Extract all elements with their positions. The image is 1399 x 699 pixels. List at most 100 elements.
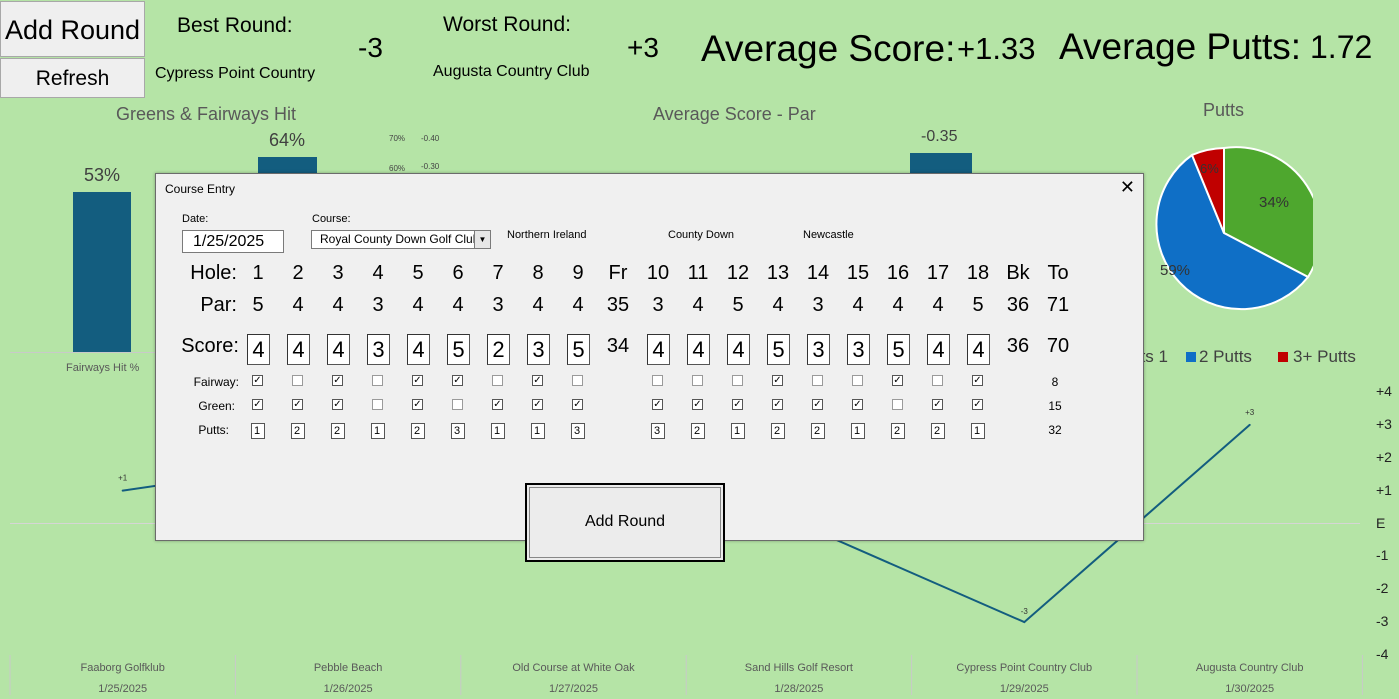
score-input[interactable]: 4: [927, 334, 950, 365]
score-point-label: +1: [118, 474, 128, 483]
score-input[interactable]: 5: [567, 334, 590, 365]
score-front-total: 34: [606, 335, 630, 357]
fairway-checkbox[interactable]: ✓: [892, 375, 903, 386]
putts-input[interactable]: 2: [331, 423, 345, 439]
fairway-checkbox[interactable]: ✓: [252, 375, 263, 386]
putts-input[interactable]: 1: [491, 423, 505, 439]
green-checkbox[interactable]: ✓: [252, 399, 263, 410]
score-input[interactable]: 3: [367, 334, 390, 365]
fairway-checkbox[interactable]: [932, 375, 943, 386]
putts-input[interactable]: 3: [651, 423, 665, 439]
putts-input[interactable]: 1: [531, 423, 545, 439]
hole-3: 3: [332, 262, 344, 284]
fairway-checkbox[interactable]: [692, 375, 703, 386]
score-input[interactable]: 4: [407, 334, 430, 365]
fairway-checkbox[interactable]: [812, 375, 823, 386]
green-checkbox[interactable]: ✓: [572, 399, 583, 410]
green-checkbox[interactable]: ✓: [852, 399, 863, 410]
putts-input[interactable]: 2: [291, 423, 305, 439]
hole-5: 5: [412, 262, 424, 284]
score-back-total: 36: [1006, 335, 1030, 357]
fairway-checkbox[interactable]: [292, 375, 303, 386]
hole-4: 4: [372, 262, 384, 284]
score-input[interactable]: 4: [247, 334, 270, 365]
score-input[interactable]: 2: [487, 334, 510, 365]
fairway-checkbox[interactable]: ✓: [412, 375, 423, 386]
green-checkbox[interactable]: [452, 399, 463, 410]
green-checkbox[interactable]: [372, 399, 383, 410]
putts-input[interactable]: 1: [851, 423, 865, 439]
course-select[interactable]: Royal County Down Golf Club ▼: [311, 230, 491, 249]
putts-input[interactable]: 1: [971, 423, 985, 439]
score-input[interactable]: 4: [287, 334, 310, 365]
green-checkbox[interactable]: ✓: [772, 399, 783, 410]
score-input[interactable]: 4: [647, 334, 670, 365]
fairway-checkbox[interactable]: [732, 375, 743, 386]
fairway-checkbox[interactable]: ✓: [452, 375, 463, 386]
y-tick-label: -2: [1376, 580, 1389, 597]
fairway-checkbox[interactable]: ✓: [332, 375, 343, 386]
fairway-checkbox[interactable]: ✓: [532, 375, 543, 386]
score-input[interactable]: 4: [727, 334, 750, 365]
green-checkbox[interactable]: ✓: [292, 399, 303, 410]
putts-input[interactable]: 2: [691, 423, 705, 439]
green-checkbox[interactable]: ✓: [812, 399, 823, 410]
score-input[interactable]: 3: [527, 334, 550, 365]
putts-input[interactable]: 1: [251, 423, 265, 439]
town-text: Newcastle: [803, 229, 854, 241]
putts-input[interactable]: 2: [891, 423, 905, 439]
fairway-checkbox[interactable]: ✓: [972, 375, 983, 386]
fairway-checkbox[interactable]: [852, 375, 863, 386]
x-date-label: 1/29/2025: [999, 683, 1049, 695]
score-input[interactable]: 4: [967, 334, 990, 365]
putts-input[interactable]: 3: [571, 423, 585, 439]
fairway-checkbox[interactable]: [652, 375, 663, 386]
green-checkbox[interactable]: ✓: [732, 399, 743, 410]
green-checkbox[interactable]: [892, 399, 903, 410]
putts-input[interactable]: 3: [451, 423, 465, 439]
score-input[interactable]: 4: [687, 334, 710, 365]
dialog-body: Date: 1/25/2025 Course: Royal County Dow…: [157, 204, 1142, 562]
fairway-checkbox[interactable]: [372, 375, 383, 386]
score-input[interactable]: 3: [807, 334, 830, 365]
green-checkbox[interactable]: ✓: [412, 399, 423, 410]
course-entry-dialog[interactable]: Course Entry ✕ Date: 1/25/2025 Course: R…: [155, 173, 1144, 562]
green-checkbox[interactable]: ✓: [692, 399, 703, 410]
putts-input[interactable]: 2: [931, 423, 945, 439]
y-tick-label: +2: [1376, 448, 1392, 465]
par-19: 5: [972, 294, 984, 316]
date-input[interactable]: 1/25/2025: [182, 230, 284, 253]
putts-input[interactable]: 2: [771, 423, 785, 439]
green-checkbox[interactable]: ✓: [932, 399, 943, 410]
score-input[interactable]: 4: [327, 334, 350, 365]
dialog-title: Course Entry: [165, 182, 236, 196]
hole-17: 16: [886, 262, 910, 284]
fairway-checkbox[interactable]: [572, 375, 583, 386]
score-input[interactable]: 5: [447, 334, 470, 365]
score-point-label: -3: [1021, 607, 1029, 616]
x-date-label: 1/30/2025: [1225, 683, 1275, 695]
fairway-checkbox[interactable]: ✓: [772, 375, 783, 386]
putts-input[interactable]: 1: [371, 423, 385, 439]
par-17: 4: [892, 294, 904, 316]
green-checkbox[interactable]: ✓: [652, 399, 663, 410]
green-checkbox[interactable]: ✓: [332, 399, 343, 410]
x-category-label: Sand Hills Golf Resort: [744, 662, 853, 674]
putts-input[interactable]: 2: [811, 423, 825, 439]
green-checkbox[interactable]: ✓: [972, 399, 983, 410]
score-input[interactable]: 5: [767, 334, 790, 365]
par-2: 4: [292, 294, 304, 316]
green-checkbox[interactable]: ✓: [492, 399, 503, 410]
chevron-down-icon[interactable]: ▼: [474, 231, 490, 248]
score-input[interactable]: 5: [887, 334, 910, 365]
green-checkbox[interactable]: ✓: [532, 399, 543, 410]
course-select-value: Royal County Down Golf Club: [320, 232, 480, 246]
dialog-add-round-button[interactable]: Add Round: [525, 483, 725, 562]
hole-7: 7: [492, 262, 504, 284]
y-tick-label: +4: [1376, 383, 1392, 399]
fairway-checkbox[interactable]: [492, 375, 503, 386]
putts-input[interactable]: 1: [731, 423, 745, 439]
score-input[interactable]: 3: [847, 334, 870, 365]
putts-input[interactable]: 2: [411, 423, 425, 439]
close-icon[interactable]: ✕: [1120, 178, 1135, 196]
